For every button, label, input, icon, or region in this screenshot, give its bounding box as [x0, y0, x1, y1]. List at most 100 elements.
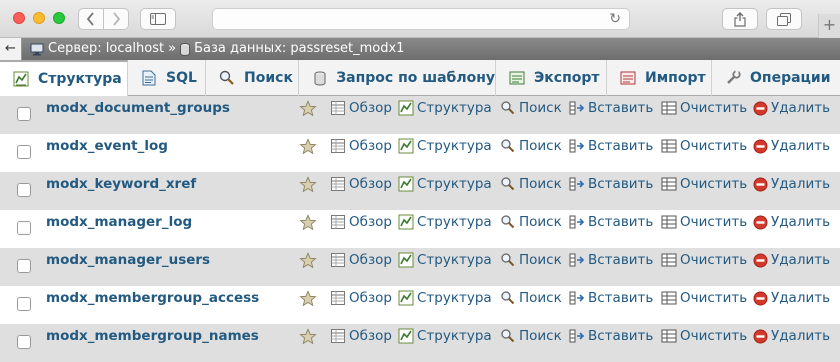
browse-link[interactable]: Обзор: [330, 176, 392, 192]
minimize-window-button[interactable]: [33, 12, 45, 24]
tab-structure[interactable]: Структура: [0, 60, 128, 96]
share-button[interactable]: [722, 8, 758, 30]
structure-link[interactable]: Структура: [398, 328, 492, 344]
browse-icon: [330, 328, 346, 344]
search-link[interactable]: Поиск: [500, 290, 562, 306]
row-checkbox[interactable]: [17, 335, 31, 349]
search-link[interactable]: Поиск: [500, 100, 562, 116]
tab-export[interactable]: Экспорт: [496, 60, 607, 96]
action-label: Структура: [417, 138, 492, 154]
forward-button[interactable]: [103, 8, 129, 30]
browse-link[interactable]: Обзор: [330, 138, 392, 154]
row-checkbox[interactable]: [17, 221, 31, 235]
favorite-star-icon[interactable]: [299, 214, 317, 232]
action-label: Очистить: [680, 290, 748, 306]
tab-label: Экспорт: [534, 70, 600, 86]
row-checkbox[interactable]: [17, 297, 31, 311]
structure-link[interactable]: Структура: [398, 252, 492, 268]
table-name-link[interactable]: modx_membergroup_access: [46, 290, 259, 306]
favorite-star-icon[interactable]: [299, 100, 317, 118]
empty-link[interactable]: Очистить: [661, 214, 747, 230]
drop-link[interactable]: Удалить: [752, 328, 830, 344]
back-button[interactable]: [78, 8, 104, 30]
zoom-window-button[interactable]: [53, 12, 65, 24]
table-name-link[interactable]: modx_manager_log: [46, 214, 192, 230]
new-tab-button[interactable]: +: [818, 14, 840, 38]
drop-link[interactable]: Удалить: [752, 100, 830, 116]
drop-link[interactable]: Удалить: [752, 252, 830, 268]
tab-sql[interactable]: SQL: [128, 60, 206, 96]
drop-link[interactable]: Удалить: [752, 290, 830, 306]
browse-link[interactable]: Обзор: [330, 214, 392, 230]
insert-link[interactable]: Вставить: [569, 138, 653, 154]
search-icon: [500, 138, 516, 154]
empty-link[interactable]: Очистить: [661, 176, 747, 192]
table-row: modx_event_log Обзор Структура Поиск Вст…: [0, 134, 840, 172]
action-label: Удалить: [771, 252, 831, 268]
drop-link[interactable]: Удалить: [752, 214, 830, 230]
sidebar-toggle-button[interactable]: [140, 8, 176, 30]
breadcrumb-server[interactable]: Сервер: localhost: [48, 38, 164, 60]
drop-link[interactable]: Удалить: [752, 138, 830, 154]
row-checkbox[interactable]: [17, 107, 31, 121]
reload-icon[interactable]: ↻: [609, 11, 621, 27]
close-window-button[interactable]: [13, 12, 25, 24]
empty-link[interactable]: Очистить: [661, 252, 747, 268]
table-name-link[interactable]: modx_membergroup_names: [46, 328, 259, 344]
row-checkbox[interactable]: [17, 145, 31, 159]
database-icon: [180, 42, 191, 56]
insert-link[interactable]: Вставить: [569, 328, 653, 344]
action-label: Поиск: [519, 176, 562, 192]
search-icon: [500, 328, 516, 344]
tab-query[interactable]: Запрос по шаблону: [299, 60, 496, 96]
favorite-star-icon[interactable]: [299, 176, 317, 194]
table-name-link[interactable]: modx_document_groups: [46, 100, 230, 116]
search-link[interactable]: Поиск: [500, 176, 562, 192]
empty-link[interactable]: Очистить: [661, 138, 747, 154]
server-icon: [30, 43, 44, 55]
structure-link[interactable]: Структура: [398, 290, 492, 306]
tab-search[interactable]: Поиск: [206, 60, 299, 96]
address-bar[interactable]: ↻: [212, 8, 630, 30]
tab-import[interactable]: Импорт: [607, 60, 712, 96]
favorite-star-icon[interactable]: [299, 138, 317, 156]
table-name-link[interactable]: modx_keyword_xref: [46, 176, 196, 192]
empty-link[interactable]: Очистить: [661, 290, 747, 306]
breadcrumb-database[interactable]: База данных: passreset_modx1: [194, 38, 404, 60]
favorite-star-icon[interactable]: [299, 252, 317, 270]
search-icon: [500, 100, 516, 116]
search-link[interactable]: Поиск: [500, 138, 562, 154]
structure-link[interactable]: Структура: [398, 214, 492, 230]
browse-link[interactable]: Обзор: [330, 328, 392, 344]
action-label: Удалить: [771, 290, 831, 306]
search-link[interactable]: Поиск: [500, 252, 562, 268]
row-checkbox[interactable]: [17, 259, 31, 273]
structure-link[interactable]: Структура: [398, 100, 492, 116]
table-name-link[interactable]: modx_event_log: [46, 138, 168, 154]
main-tabs: Структура SQL Поиск Запрос по шаблону Эк…: [0, 60, 840, 96]
browse-link[interactable]: Обзор: [330, 290, 392, 306]
insert-link[interactable]: Вставить: [569, 176, 653, 192]
show-tabs-button[interactable]: [766, 8, 802, 30]
empty-link[interactable]: Очистить: [661, 328, 747, 344]
browse-link[interactable]: Обзор: [330, 100, 392, 116]
search-link[interactable]: Поиск: [500, 214, 562, 230]
row-checkbox[interactable]: [17, 183, 31, 197]
insert-link[interactable]: Вставить: [569, 214, 653, 230]
tab-operations[interactable]: Операции: [712, 60, 840, 96]
favorite-star-icon[interactable]: [299, 290, 317, 308]
structure-link[interactable]: Структура: [398, 138, 492, 154]
drop-link[interactable]: Удалить: [752, 176, 830, 192]
browse-link[interactable]: Обзор: [330, 252, 392, 268]
search-link[interactable]: Поиск: [500, 328, 562, 344]
insert-link[interactable]: Вставить: [569, 252, 653, 268]
chevron-right-icon: [113, 12, 121, 26]
empty-link[interactable]: Очистить: [661, 100, 747, 116]
favorite-star-icon[interactable]: [299, 328, 317, 346]
collapse-navigation-button[interactable]: ←: [0, 38, 22, 60]
insert-link[interactable]: Вставить: [569, 100, 653, 116]
table-name-link[interactable]: modx_manager_users: [46, 252, 210, 268]
structure-link[interactable]: Структура: [398, 176, 492, 192]
insert-icon: [569, 252, 585, 268]
insert-link[interactable]: Вставить: [569, 290, 653, 306]
